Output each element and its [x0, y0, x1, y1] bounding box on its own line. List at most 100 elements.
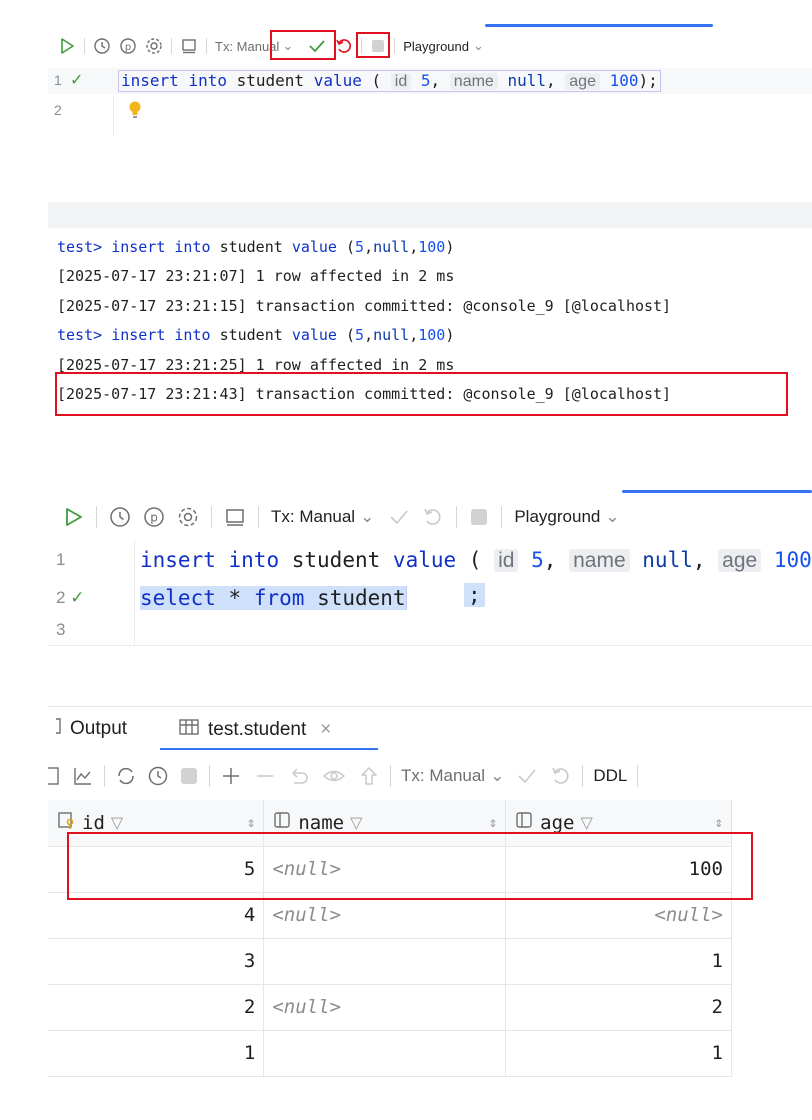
rollback-icon[interactable] [422, 506, 444, 528]
explain-plan-icon[interactable]: p [119, 37, 137, 55]
history-icon[interactable] [93, 37, 111, 55]
svg-text:p: p [150, 511, 158, 525]
param-hint: age [718, 548, 762, 572]
tab-test-student[interactable]: test.student × [178, 717, 331, 743]
gutter-divider [113, 96, 114, 136]
semicolon: ; [464, 583, 485, 607]
submit-icon[interactable] [358, 765, 380, 787]
filter-icon[interactable]: ▽ [580, 813, 592, 832]
refresh-icon[interactable] [115, 765, 137, 787]
rollback-icon[interactable] [550, 765, 572, 787]
toolbar-separator [104, 765, 105, 787]
selected-sql-statement[interactable]: select * from student [140, 586, 407, 610]
highlight-commit [356, 32, 390, 58]
editor-line-2[interactable]: 2 ✓ select * from student ; [48, 580, 812, 616]
tx-mode-label: Tx: Manual [401, 766, 486, 785]
settings-icon[interactable] [177, 506, 199, 528]
filter-icon[interactable]: ▽ [350, 813, 362, 832]
editor-line-1[interactable]: 1 insert into student value ( id 5, name… [48, 542, 812, 578]
execute-icon[interactable] [58, 37, 76, 55]
console-line: [2025-07-17 23:21:15] transaction commit… [57, 296, 672, 315]
toolbar-separator [96, 506, 97, 528]
cell-name[interactable] [263, 1030, 507, 1077]
lightbulb-icon[interactable] [128, 100, 142, 125]
divider [48, 645, 812, 646]
sort-icon[interactable]: ⇕ [715, 815, 723, 831]
commit-icon[interactable] [516, 766, 538, 786]
layout-icon[interactable] [224, 506, 246, 528]
playground-dropdown[interactable]: Playground ⌄ [403, 38, 484, 54]
preview-icon[interactable] [322, 765, 346, 787]
editor-toolbar: p Tx: Manual ⌄ Playground ⌄ [62, 502, 620, 532]
active-tab-indicator [160, 748, 378, 750]
output-icon [48, 717, 62, 741]
sql-statement[interactable]: insert into student value ( id 5, name n… [140, 548, 812, 573]
cell-name[interactable]: <null> [263, 984, 507, 1031]
settings-icon[interactable] [145, 37, 163, 55]
stop-icon[interactable] [469, 507, 489, 527]
table-row[interactable]: 3 1 [48, 938, 732, 985]
cell-id[interactable]: 2 [48, 984, 265, 1031]
filter-icon[interactable]: ▽ [111, 813, 123, 832]
toolbar-separator [171, 38, 172, 54]
highlight-new-row [67, 832, 753, 900]
editor-line-3[interactable]: 3 [48, 616, 812, 644]
cell-age[interactable]: 1 [505, 1030, 732, 1077]
cell-age[interactable]: 2 [505, 984, 732, 1031]
chevron-down-icon: ⌄ [360, 507, 375, 526]
clock-icon[interactable] [147, 765, 169, 787]
add-row-icon[interactable] [220, 765, 242, 787]
cell-age[interactable]: 1 [505, 938, 732, 985]
toolbar-separator [394, 38, 396, 54]
toolbar-separator [501, 506, 503, 528]
toolbar-separator [211, 506, 212, 528]
line-number: 2 [54, 102, 62, 118]
editor-tab-indicator [622, 490, 812, 493]
toolbar-separator [390, 765, 391, 787]
explain-plan-icon[interactable]: p [143, 506, 165, 528]
editor-line-1[interactable]: 1 ✓ insert into student value ( id 5, na… [48, 68, 812, 94]
cell-name[interactable] [263, 938, 507, 985]
layout-icon[interactable] [180, 37, 198, 55]
execute-icon[interactable] [62, 506, 84, 528]
tx-mode-label: Tx: Manual [271, 507, 356, 526]
ddl-button[interactable]: DDL [593, 766, 627, 786]
toolbar-separator [582, 765, 584, 787]
revert-icon[interactable] [288, 765, 310, 787]
highlight-tx-mode [270, 30, 336, 60]
column-label: name [298, 811, 345, 834]
table-row[interactable]: 2 <null> 2 [48, 984, 732, 1031]
cell-id[interactable]: 3 [48, 938, 265, 985]
results-toolbar: Tx: Manual ⌄ DDL [48, 760, 648, 792]
param-hint: name [449, 73, 498, 90]
cell-id[interactable]: 1 [48, 1030, 265, 1077]
param-hint: name [569, 548, 630, 572]
delete-row-icon[interactable] [254, 765, 276, 787]
grid-view-icon[interactable] [48, 765, 62, 787]
tx-mode-dropdown[interactable]: Tx: Manual ⌄ [271, 507, 374, 527]
tx-mode-dropdown[interactable]: Tx: Manual ⌄ [401, 766, 504, 786]
tab-output[interactable]: Output [48, 717, 127, 741]
history-icon[interactable] [109, 506, 131, 528]
console-line: test> insert into student value (5,null,… [57, 326, 455, 345]
playground-label: Playground [514, 507, 601, 526]
toolbar-separator [84, 38, 85, 54]
table-row[interactable]: 1 1 [48, 1030, 732, 1077]
rollback-icon[interactable] [335, 37, 353, 55]
stop-icon[interactable] [179, 766, 199, 786]
chevron-down-icon: ⌄ [605, 507, 620, 526]
toolbar-separator [206, 38, 207, 54]
param-hint: id [494, 548, 519, 572]
commit-icon[interactable] [388, 507, 410, 527]
console-header [48, 202, 812, 228]
column-label: age [540, 811, 575, 834]
sort-icon[interactable]: ⇕ [489, 815, 497, 831]
sql-editor[interactable]: 1 insert into student value ( id 5, name… [48, 540, 812, 646]
sql-statement[interactable]: insert into student value ( id 5, name n… [118, 70, 661, 92]
close-icon[interactable]: × [320, 719, 331, 741]
sort-icon[interactable]: ⇕ [247, 815, 255, 831]
line-number: 3 [56, 620, 66, 639]
results-tabs: Output test.student × [48, 706, 812, 750]
chart-icon[interactable] [72, 765, 94, 787]
playground-dropdown[interactable]: Playground ⌄ [514, 507, 619, 527]
